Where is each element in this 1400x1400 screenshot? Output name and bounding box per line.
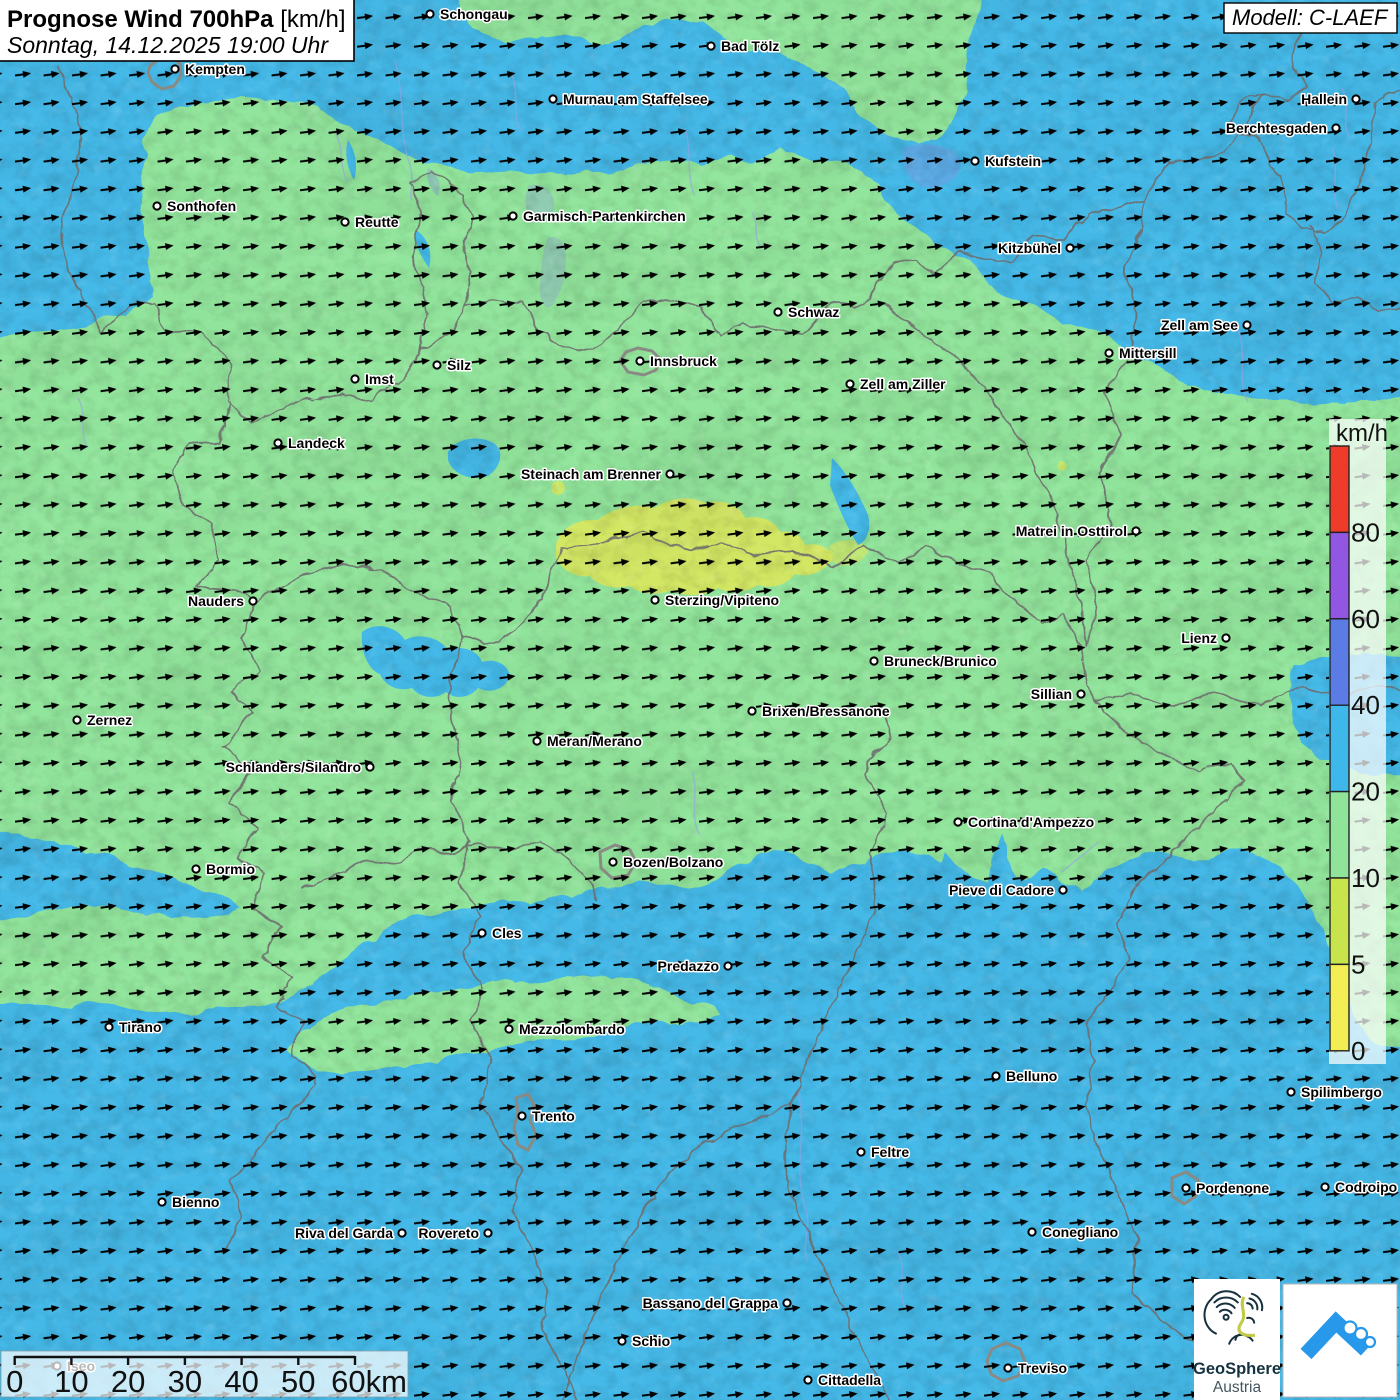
svg-text:0: 0 [6, 1364, 23, 1399]
svg-text:Bruneck/Brunico: Bruneck/Brunico [884, 653, 997, 669]
svg-text:Feltre: Feltre [871, 1144, 909, 1160]
svg-text:Bormio: Bormio [206, 861, 255, 877]
svg-text:Meran/Merano: Meran/Merano [547, 733, 642, 749]
svg-text:Riva del Garda: Riva del Garda [295, 1225, 393, 1241]
svg-text:5: 5 [1351, 949, 1365, 979]
svg-text:Codroipo: Codroipo [1335, 1179, 1397, 1195]
svg-text:10: 10 [54, 1364, 88, 1399]
svg-text:Cortina d'Ampezzo: Cortina d'Ampezzo [968, 814, 1094, 830]
svg-text:Mezzolombardo: Mezzolombardo [519, 1021, 625, 1037]
svg-text:Silz: Silz [447, 357, 471, 373]
svg-text:Pordenone: Pordenone [1196, 1180, 1269, 1196]
svg-text:Sonthofen: Sonthofen [167, 198, 236, 214]
svg-text:Prognose Wind 700hPa [km/h]: Prognose Wind 700hPa [km/h] [7, 6, 346, 33]
svg-text:Matrei in Osttirol: Matrei in Osttirol [1016, 523, 1127, 539]
svg-text:Predazzo: Predazzo [658, 958, 719, 974]
svg-text:Imst: Imst [365, 371, 394, 387]
svg-text:Cittadella: Cittadella [818, 1372, 881, 1388]
svg-text:Schio: Schio [632, 1333, 670, 1349]
svg-text:60km: 60km [331, 1364, 407, 1399]
svg-text:Schongau: Schongau [440, 6, 508, 22]
svg-text:Steinach am Brenner: Steinach am Brenner [521, 466, 662, 482]
svg-text:Garmisch-Partenkirchen: Garmisch-Partenkirchen [523, 208, 686, 224]
svg-text:Sillian: Sillian [1031, 686, 1072, 702]
svg-text:50: 50 [281, 1364, 315, 1399]
svg-text:Schwaz: Schwaz [788, 304, 839, 320]
svg-text:Bad Tölz: Bad Tölz [721, 38, 779, 54]
svg-text:30: 30 [168, 1364, 202, 1399]
svg-text:40: 40 [1351, 690, 1380, 720]
svg-text:Sonntag, 14.12.2025 19:00 Uhr: Sonntag, 14.12.2025 19:00 Uhr [7, 32, 329, 58]
svg-text:Austria: Austria [1213, 1379, 1262, 1396]
svg-text:10: 10 [1351, 863, 1380, 893]
svg-text:Mittersill: Mittersill [1119, 345, 1177, 361]
svg-text:Schlanders/Silandro: Schlanders/Silandro [226, 759, 361, 775]
svg-text:Innsbruck: Innsbruck [650, 353, 717, 369]
svg-text:Rovereto: Rovereto [418, 1225, 479, 1241]
svg-text:Kempten: Kempten [185, 61, 245, 77]
svg-text:Cles: Cles [492, 925, 522, 941]
svg-text:80: 80 [1351, 517, 1380, 547]
svg-text:Kufstein: Kufstein [985, 153, 1041, 169]
svg-text:Pieve di Cadore: Pieve di Cadore [949, 882, 1054, 898]
svg-text:Hallein: Hallein [1301, 91, 1347, 107]
svg-text:Treviso: Treviso [1018, 1360, 1067, 1376]
svg-text:Zernez: Zernez [87, 712, 132, 728]
svg-text:Modell: C-LAEF: Modell: C-LAEF [1232, 5, 1389, 30]
svg-text:Zell am See: Zell am See [1161, 317, 1238, 333]
svg-text:Landeck: Landeck [288, 435, 345, 451]
svg-text:Zell am Ziller: Zell am Ziller [860, 376, 946, 392]
svg-text:Spilimbergo: Spilimbergo [1301, 1084, 1382, 1100]
svg-text:Conegliano: Conegliano [1042, 1224, 1118, 1240]
svg-text:Berchtesgaden: Berchtesgaden [1226, 120, 1327, 136]
svg-text:Trento: Trento [532, 1108, 575, 1124]
svg-text:Nauders: Nauders [188, 593, 244, 609]
svg-text:0: 0 [1351, 1036, 1365, 1066]
svg-text:20: 20 [111, 1364, 145, 1399]
svg-text:Brixen/Bressanone: Brixen/Bressanone [762, 703, 890, 719]
svg-text:Kitzbühel: Kitzbühel [998, 240, 1061, 256]
svg-text:Bienno: Bienno [172, 1194, 219, 1210]
svg-text:20: 20 [1351, 777, 1380, 807]
svg-text:Tirano: Tirano [119, 1019, 162, 1035]
svg-text:Sterzing/Vipiteno: Sterzing/Vipiteno [665, 592, 779, 608]
svg-text:Belluno: Belluno [1006, 1068, 1057, 1084]
svg-text:60: 60 [1351, 604, 1380, 634]
svg-text:Bozen/Bolzano: Bozen/Bolzano [623, 854, 723, 870]
svg-text:Lienz: Lienz [1181, 630, 1217, 646]
svg-text:GeoSphere: GeoSphere [1193, 1360, 1281, 1378]
svg-text:Bassano del Grappa: Bassano del Grappa [643, 1295, 779, 1311]
svg-text:km/h: km/h [1336, 420, 1388, 447]
svg-text:Reutte: Reutte [355, 214, 399, 230]
svg-text:40: 40 [224, 1364, 258, 1399]
svg-text:Murnau am Staffelsee: Murnau am Staffelsee [563, 91, 708, 107]
